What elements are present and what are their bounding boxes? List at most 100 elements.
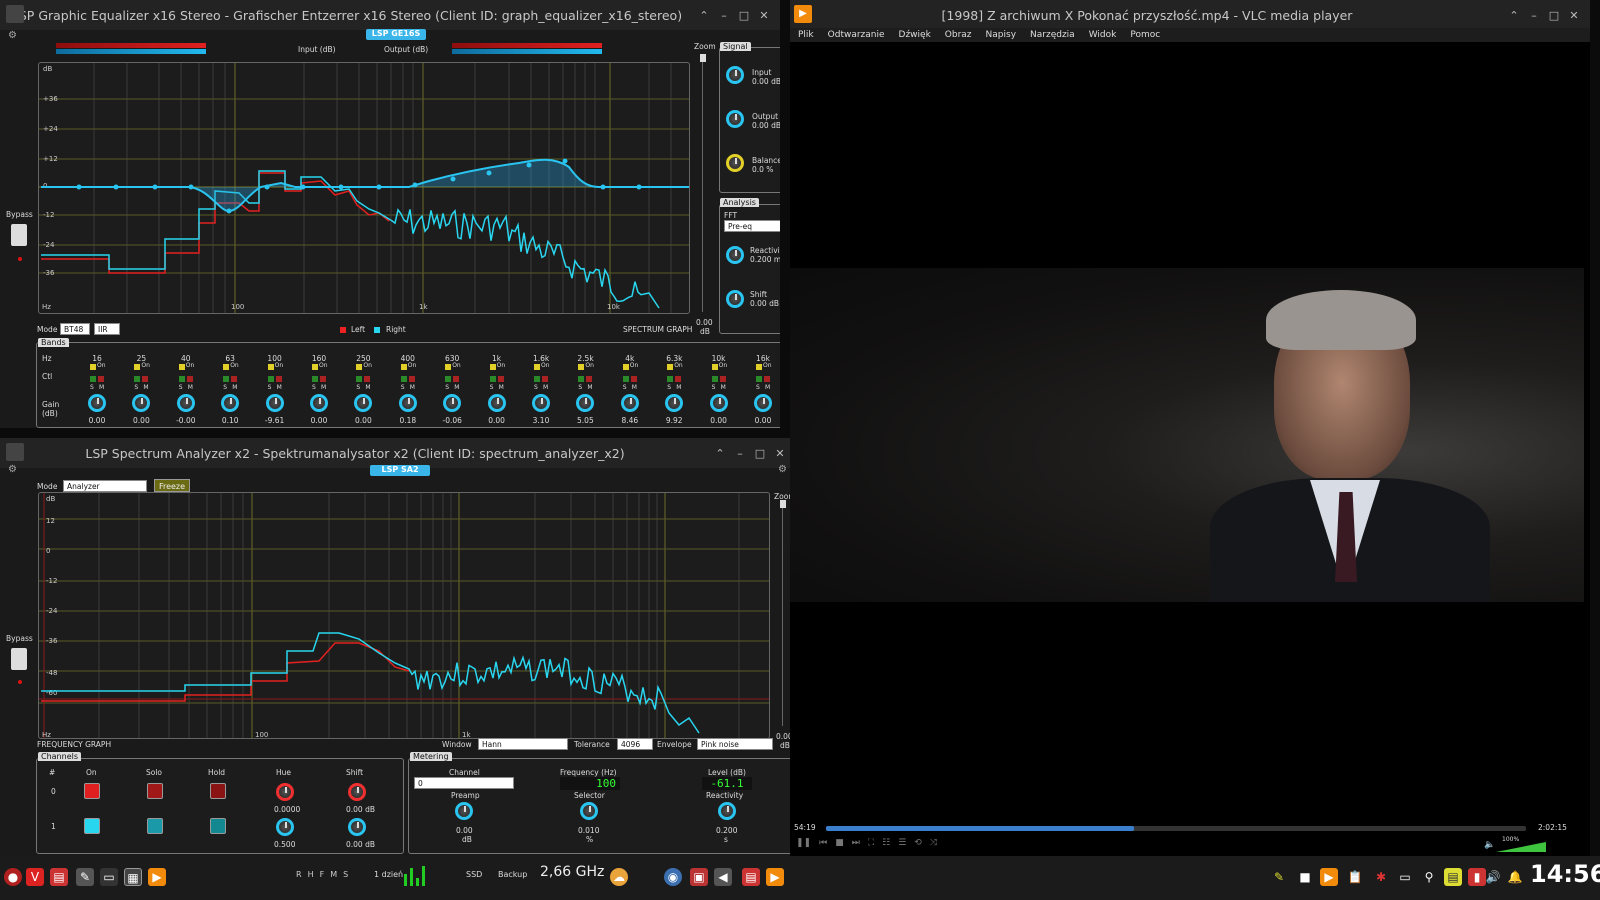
settings-icon[interactable]: ⚙ bbox=[8, 30, 17, 41]
band-solo-led[interactable] bbox=[356, 376, 363, 382]
eq-band-handle[interactable] bbox=[152, 184, 158, 190]
band-on-led[interactable] bbox=[178, 364, 185, 370]
sa-bypass-switch[interactable] bbox=[11, 648, 27, 670]
channel-hue-knob[interactable] bbox=[276, 783, 294, 801]
band-mute-led[interactable] bbox=[630, 376, 637, 382]
vlc-menu-narzędzia[interactable]: Narzędzia bbox=[1030, 30, 1075, 40]
sa-graph[interactable]: dB 12 0 -12 -24 -36 -48 -60 Hz 100 1k bbox=[38, 492, 770, 739]
eq-graph[interactable]: dB +36 +24 +12 0 -12 -24 -36 Hz 100 1k 10k bbox=[38, 62, 690, 314]
pen-icon[interactable]: ✎ bbox=[1270, 868, 1288, 886]
eq-band-handle[interactable] bbox=[226, 208, 232, 214]
notes-icon[interactable]: ▤ bbox=[1444, 868, 1462, 886]
band-solo-led[interactable] bbox=[711, 376, 718, 382]
band-gain-knob[interactable] bbox=[398, 394, 417, 412]
next-icon[interactable]: ⏭ bbox=[852, 838, 860, 852]
bands-tab[interactable]: Bands bbox=[38, 338, 69, 347]
vlc-task-icon[interactable]: ▶ bbox=[148, 868, 166, 886]
loop-icon[interactable]: ⟲ bbox=[914, 838, 922, 852]
band-mute-led[interactable] bbox=[320, 376, 326, 382]
channel-on-button[interactable] bbox=[84, 818, 100, 834]
band-mute-led[interactable] bbox=[275, 376, 282, 382]
weather-icon[interactable]: ☁ bbox=[610, 868, 628, 886]
chevron-up-icon[interactable]: ⌃ bbox=[694, 9, 714, 22]
channel-solo-button[interactable] bbox=[147, 783, 163, 799]
band-mute-led[interactable] bbox=[98, 376, 104, 382]
sa-zoom-slider[interactable] bbox=[780, 500, 788, 726]
vlc-menu-pomoc[interactable]: Pomoc bbox=[1130, 30, 1160, 40]
eq-band-handle[interactable] bbox=[636, 184, 642, 190]
band-mute-led[interactable] bbox=[719, 376, 726, 382]
channel-shift-knob[interactable] bbox=[348, 783, 366, 801]
terminal-icon[interactable]: ▭ bbox=[100, 868, 118, 886]
volume-slider[interactable] bbox=[1496, 842, 1546, 852]
bypass-switch[interactable] bbox=[11, 224, 27, 246]
shuffle-icon[interactable]: ⤨ bbox=[930, 838, 937, 852]
inkscape-icon[interactable]: ✎ bbox=[76, 868, 94, 886]
clipboard-icon[interactable]: 📋 bbox=[1346, 868, 1364, 886]
eq-titlebar[interactable]: LSP Graphic Equalizer x16 Stereo - Grafi… bbox=[0, 0, 780, 30]
sa-mode-select[interactable]: Analyzer bbox=[63, 480, 147, 492]
eq-band-handle[interactable] bbox=[113, 184, 119, 190]
seek-bar[interactable] bbox=[826, 826, 1526, 831]
vivaldi-icon[interactable]: V bbox=[26, 868, 44, 886]
vlc-menu-odtwarzanie[interactable]: Odtwarzanie bbox=[828, 30, 885, 40]
band-on-led[interactable] bbox=[400, 364, 407, 370]
band-gain-knob[interactable] bbox=[310, 394, 328, 412]
channel-hold-button[interactable] bbox=[210, 818, 226, 834]
files-icon[interactable]: ▤ bbox=[50, 868, 68, 886]
previous-icon[interactable]: ⏮ bbox=[819, 838, 827, 852]
signal-balance-knob[interactable] bbox=[726, 154, 744, 172]
band-mute-led[interactable] bbox=[675, 376, 682, 382]
notification-icon[interactable]: 🔔 bbox=[1506, 868, 1524, 886]
band-solo-led[interactable] bbox=[445, 376, 452, 382]
band-on-led[interactable] bbox=[134, 364, 141, 370]
band-mute-led[interactable] bbox=[231, 376, 238, 382]
chevron-up-icon[interactable]: ⌃ bbox=[1504, 9, 1524, 22]
mode-select[interactable]: BT48 bbox=[60, 323, 90, 335]
fullscreen-icon[interactable]: ⛶ bbox=[868, 838, 874, 852]
eq-band-handle[interactable] bbox=[450, 176, 456, 182]
channel-hue-knob[interactable] bbox=[276, 818, 294, 836]
band-on-led[interactable] bbox=[267, 364, 274, 370]
band-gain-knob[interactable] bbox=[754, 394, 772, 412]
channel-hold-button[interactable] bbox=[210, 783, 226, 799]
band-gain-knob[interactable] bbox=[88, 394, 106, 412]
chevron-up-icon[interactable]: ⌃ bbox=[710, 447, 730, 460]
eq-band-handle[interactable] bbox=[264, 184, 270, 190]
band-mute-led[interactable] bbox=[764, 376, 770, 382]
bluetooth-icon[interactable]: ✱ bbox=[1372, 868, 1390, 886]
extended-settings-icon[interactable]: ☷ bbox=[882, 838, 890, 852]
band-gain-knob[interactable] bbox=[176, 394, 195, 412]
band-on-led[interactable] bbox=[756, 364, 762, 370]
band-gain-knob[interactable] bbox=[487, 394, 506, 412]
band-solo-led[interactable] bbox=[223, 376, 230, 382]
mute-icon[interactable]: 🔈 bbox=[1484, 840, 1495, 850]
eq-band-handle[interactable] bbox=[412, 182, 418, 188]
band-on-led[interactable] bbox=[578, 364, 585, 370]
sa-titlebar[interactable]: LSP Spectrum Analyzer x2 - Spektrumanaly… bbox=[0, 438, 796, 468]
band-on-led[interactable] bbox=[534, 364, 540, 370]
band-mute-led[interactable] bbox=[453, 376, 460, 382]
selector-knob[interactable] bbox=[580, 802, 598, 820]
vlc-tray-icon[interactable]: ▶ bbox=[766, 868, 784, 886]
settings-icon-right[interactable]: ⚙ bbox=[778, 464, 787, 475]
network-icon[interactable]: ◉ bbox=[664, 868, 682, 886]
band-on-led[interactable] bbox=[711, 364, 718, 370]
channels-tab[interactable]: Channels bbox=[38, 752, 82, 761]
band-gain-knob[interactable] bbox=[620, 394, 639, 412]
analysis-shift-knob[interactable] bbox=[726, 290, 744, 308]
fft-select[interactable]: Pre-eq bbox=[724, 220, 780, 232]
vlc-menu-widok[interactable]: Widok bbox=[1089, 30, 1117, 40]
envelope-select[interactable]: Pink noise bbox=[697, 738, 773, 750]
band-solo-led[interactable] bbox=[267, 376, 274, 382]
playlist-icon[interactable]: ☰ bbox=[898, 838, 906, 852]
minimize-button[interactable]: – bbox=[730, 447, 750, 460]
band-mute-led[interactable] bbox=[364, 376, 371, 382]
band-solo-led[interactable] bbox=[312, 376, 318, 382]
signal-input-knob[interactable] bbox=[726, 66, 744, 84]
vlc-tray2-icon[interactable]: ▶ bbox=[1320, 868, 1338, 886]
pause-icon[interactable]: ❚❚ bbox=[796, 838, 811, 852]
band-on-led[interactable] bbox=[445, 364, 452, 370]
eq-band-handle[interactable] bbox=[300, 184, 306, 190]
eq-band-handle[interactable] bbox=[188, 184, 194, 190]
